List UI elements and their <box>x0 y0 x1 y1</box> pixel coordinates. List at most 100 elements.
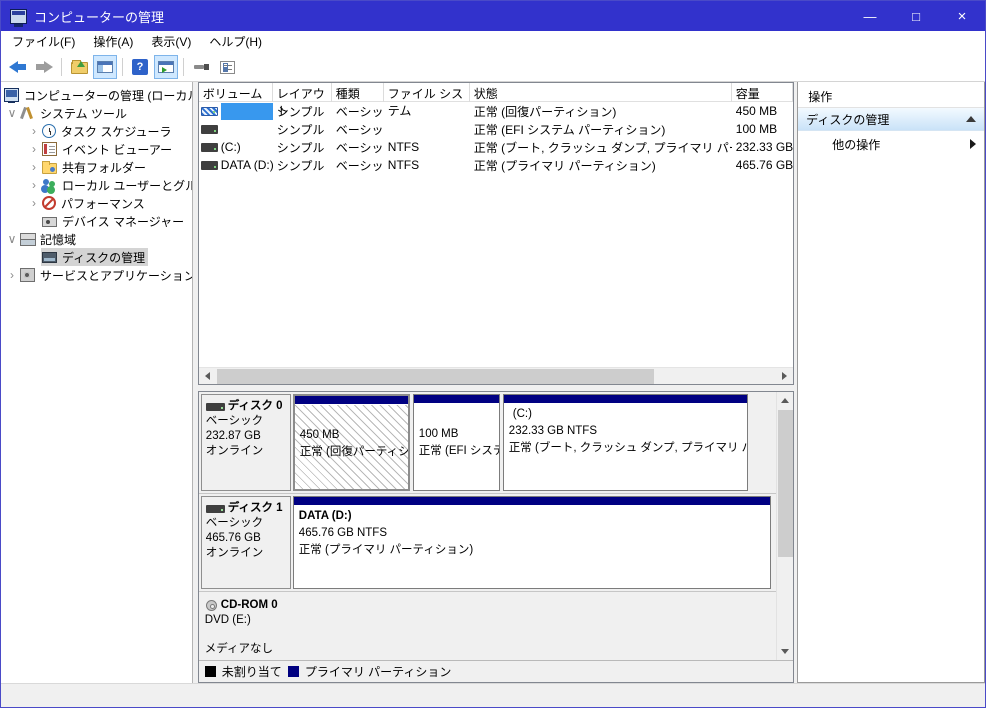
tree-item-services-applications[interactable]: › サービスとアプリケーション <box>1 266 192 284</box>
tree-item-event-viewer[interactable]: › イベント ビューアー <box>1 140 192 158</box>
expand-icon[interactable]: › <box>5 268 19 282</box>
help-icon: ? <box>132 59 148 75</box>
tree-item-system-tools[interactable]: ∨ システム ツール <box>1 104 192 122</box>
partition-color-band <box>293 497 770 506</box>
menu-action[interactable]: 操作(A) <box>84 31 142 53</box>
volume-list: ボリューム レイアウト 種類 ファイル システム 状態 容量 シンプル ベーシッ… <box>197 82 795 385</box>
col-capacity[interactable]: 容量 <box>732 83 794 102</box>
cdrom-row: CD-ROM 0 DVD (E:) メディアなし <box>199 592 776 658</box>
tree-item-disk-management[interactable]: ディスクの管理 <box>1 248 192 266</box>
expand-icon[interactable]: › <box>27 124 41 138</box>
scroll-up-button[interactable] <box>777 392 793 409</box>
col-filesystem[interactable]: ファイル システム <box>384 83 470 118</box>
volume-row-data[interactable]: DATA (D:) シンプル ベーシック NTFS 正常 (プライマリ パーティ… <box>199 156 793 174</box>
console-tree-icon <box>97 61 113 73</box>
close-button[interactable]: × <box>939 1 985 31</box>
expand-icon[interactable]: › <box>27 196 41 210</box>
users-groups-icon <box>42 178 57 192</box>
back-button[interactable] <box>6 55 30 79</box>
scrollbar-thumb[interactable] <box>778 410 794 557</box>
partition-color-band <box>413 395 499 404</box>
legend-primary-label: プライマリ パーティション <box>304 665 452 679</box>
partition-data[interactable]: DATA (D:) 465.76 GB NTFS 正常 (プライマリ パーティシ… <box>292 496 771 589</box>
col-volume[interactable]: ボリューム <box>199 83 273 102</box>
col-type[interactable]: 種類 <box>332 83 384 102</box>
disk-0-label[interactable]: ディスク 0 ベーシック 232.87 GB オンライン <box>200 394 291 491</box>
scroll-right-icon <box>782 372 788 380</box>
scroll-down-button[interactable] <box>777 643 793 660</box>
more-actions-item[interactable]: 他の操作 <box>798 131 984 157</box>
forward-button[interactable] <box>32 55 56 79</box>
partition-efi[interactable]: 100 MB 正常 (EFI システム パーティション) <box>412 394 500 491</box>
menu-view[interactable]: 表示(V) <box>142 31 200 53</box>
tree-item-storage[interactable]: ∨ 記憶域 <box>1 230 192 248</box>
expand-icon[interactable]: › <box>27 160 41 174</box>
scroll-left-button[interactable] <box>199 368 216 384</box>
expand-icon[interactable]: ∨ <box>5 232 19 246</box>
up-one-level-button[interactable] <box>67 55 91 79</box>
expand-icon[interactable]: › <box>27 178 41 192</box>
partition-c[interactable]: (C:) 232.33 GB NTFS 正常 (ブート, クラッシュ ダンプ, … <box>502 394 748 491</box>
partition-recovery[interactable]: 450 MB 正常 (回復パーティション) <box>292 394 410 491</box>
disk-1-partitions: DATA (D:) 465.76 GB NTFS 正常 (プライマリ パーティシ… <box>292 496 771 589</box>
disk-graphical-view: ディスク 0 ベーシック 232.87 GB オンライン 450 MB 正常 (… <box>197 391 795 683</box>
tree-item-computer-management[interactable]: コンピューターの管理 (ローカル) <box>1 86 192 104</box>
show-console-tree-button[interactable] <box>93 55 117 79</box>
actions-pane: 操作 ディスクの管理 他の操作 <box>797 82 985 683</box>
horizontal-scrollbar[interactable] <box>198 367 794 384</box>
tree-item-shared-folders[interactable]: › 共有フォルダー <box>1 158 192 176</box>
volume-icon <box>200 160 218 170</box>
col-status[interactable]: 状態 <box>470 83 732 102</box>
disk-1-label[interactable]: ディスク 1 ベーシック 465.76 GB オンライン <box>200 496 291 589</box>
computer-icon <box>4 88 19 103</box>
collapse-icon[interactable] <box>966 116 976 122</box>
volume-name <box>221 121 273 138</box>
toolbar-separator <box>183 58 184 76</box>
center-pane: ボリューム レイアウト 種類 ファイル システム 状態 容量 シンプル ベーシッ… <box>197 82 795 683</box>
expand-icon[interactable]: › <box>27 142 41 156</box>
context-tool-button[interactable] <box>189 55 213 79</box>
show-action-pane-button[interactable] <box>154 55 178 79</box>
volume-row-efi[interactable]: シンプル ベーシック 正常 (EFI システム パーティション) 100 MB <box>199 120 793 138</box>
scrollbar-thumb[interactable] <box>216 369 654 384</box>
volume-name: DATA (D:) <box>220 157 273 172</box>
tree-item-task-scheduler[interactable]: › タスク スケジューラ <box>1 122 192 140</box>
legend-primary-swatch <box>287 666 299 677</box>
device-manager-icon <box>42 217 57 227</box>
main-area: コンピューターの管理 (ローカル) ∨ システム ツール › タスク スケジュー… <box>1 82 985 683</box>
volume-row-recovery[interactable]: シンプル ベーシック 正常 (回復パーティション) 450 MB <box>199 102 793 120</box>
vertical-scrollbar[interactable] <box>776 392 794 660</box>
partition-color-band <box>503 395 747 404</box>
export-list-icon <box>219 60 235 74</box>
actions-group-header[interactable]: ディスクの管理 <box>798 108 984 131</box>
menu-bar: ファイル(F) 操作(A) 表示(V) ヘルプ(H) <box>1 31 985 53</box>
minimize-button[interactable]: — <box>847 1 893 31</box>
expand-icon[interactable]: ∨ <box>5 106 19 120</box>
menu-file[interactable]: ファイル(F) <box>3 31 84 53</box>
title-bar: コンピューターの管理 — □ × <box>1 1 985 31</box>
tree-item-device-manager[interactable]: デバイス マネージャー <box>1 212 192 230</box>
disk-icon <box>205 402 225 411</box>
menu-help[interactable]: ヘルプ(H) <box>200 31 271 53</box>
scroll-left-icon <box>204 372 210 380</box>
toolbar: ? <box>1 53 985 82</box>
disk-0-row: ディスク 0 ベーシック 232.87 GB オンライン 450 MB 正常 (… <box>198 392 777 494</box>
tree-item-local-users-groups[interactable]: › ローカル ユーザーとグループ <box>1 176 192 194</box>
maximize-button[interactable]: □ <box>893 1 939 31</box>
storage-icon <box>20 232 36 246</box>
cdrom-label[interactable]: CD-ROM 0 DVD (E:) メディアなし <box>201 594 291 656</box>
scroll-right-button[interactable] <box>776 368 793 384</box>
performance-icon <box>42 196 56 210</box>
volume-row-c[interactable]: (C:) シンプル ベーシック NTFS 正常 (ブート, クラッシュ ダンプ,… <box>199 138 793 156</box>
window-bottom-strip <box>1 683 985 707</box>
col-layout[interactable]: レイアウト <box>273 83 332 118</box>
partition-color-band <box>294 396 408 405</box>
console-tree: コンピューターの管理 (ローカル) ∨ システム ツール › タスク スケジュー… <box>1 82 193 683</box>
event-viewer-icon <box>42 142 57 156</box>
tree-item-performance[interactable]: › パフォーマンス <box>1 194 192 212</box>
action-pane-icon <box>158 61 174 73</box>
disk-0-partitions: 450 MB 正常 (回復パーティション) 100 MB 正常 (EFI システ… <box>292 394 748 491</box>
help-button[interactable]: ? <box>128 55 152 79</box>
export-list-button[interactable] <box>215 55 239 79</box>
submenu-arrow-icon <box>970 139 976 149</box>
